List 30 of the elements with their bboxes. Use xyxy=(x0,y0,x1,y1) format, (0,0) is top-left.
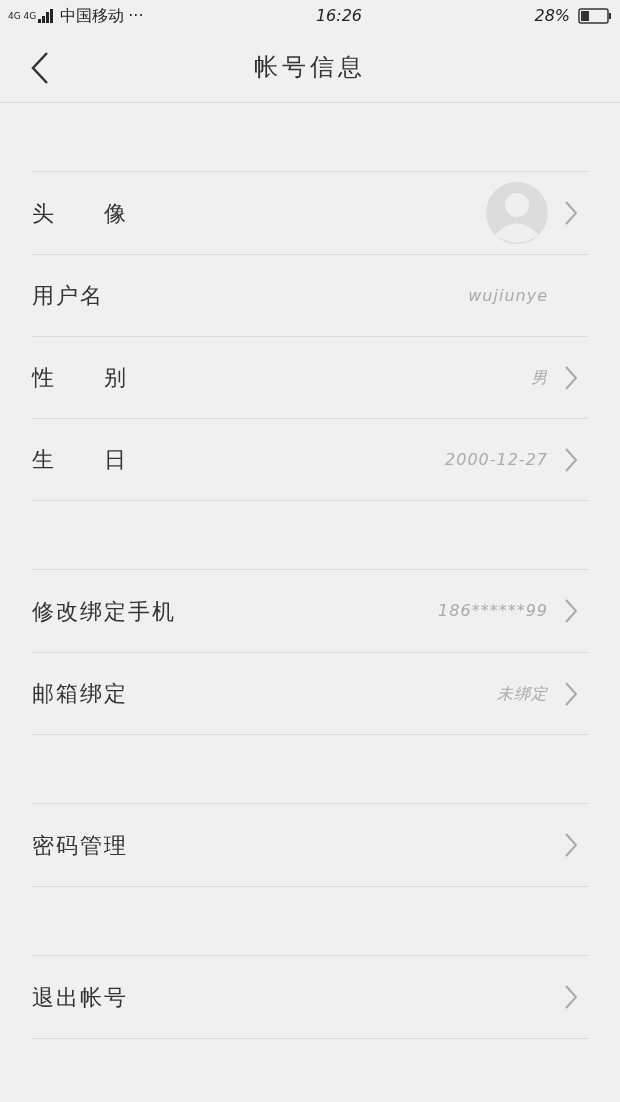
settings-row[interactable]: 退出帐号 xyxy=(32,956,588,1038)
settings-row[interactable]: 密码管理 xyxy=(32,804,588,886)
row-label: 退出帐号 xyxy=(32,983,128,1012)
clock-time: 16:26 xyxy=(315,5,363,27)
settings-row[interactable]: 用户名 wujiunye xyxy=(32,254,588,336)
row-label: 头 像 xyxy=(32,199,128,228)
settings-row[interactable]: 邮箱绑定 未绑定 xyxy=(32,652,588,734)
back-icon[interactable] xyxy=(30,51,50,85)
row-label: 密码管理 xyxy=(32,831,128,860)
network-type: 4G 4G xyxy=(8,11,37,21)
row-label: 邮箱绑定 xyxy=(32,680,128,708)
signal-icon xyxy=(38,9,55,23)
row-label: 性 别 xyxy=(32,364,128,392)
row-value: 186******99 xyxy=(438,600,548,622)
settings-row[interactable]: 生 日 2000-12-27 xyxy=(32,418,588,500)
row-label: 用户名 xyxy=(32,282,104,310)
more-indicator: ··· xyxy=(128,5,144,27)
row-value: 2000-12-27 xyxy=(445,448,548,471)
row-value: 男 xyxy=(531,366,548,389)
row-label: 生 日 xyxy=(32,446,128,474)
battery-icon xyxy=(578,8,612,24)
page-title: 帐号信息 xyxy=(254,52,366,83)
settings-row[interactable]: 头 像 xyxy=(32,172,588,254)
row-label: 修改绑定手机 xyxy=(32,597,176,626)
row-value: 未绑定 xyxy=(497,682,548,705)
settings-row[interactable]: 修改绑定手机 186******99 xyxy=(32,570,588,652)
row-value: wujiunye xyxy=(468,284,548,307)
battery-percent: 28% xyxy=(534,5,570,27)
settings-row[interactable]: 性 别 男 xyxy=(32,336,588,418)
carrier-name: 中国移动 xyxy=(60,5,125,27)
